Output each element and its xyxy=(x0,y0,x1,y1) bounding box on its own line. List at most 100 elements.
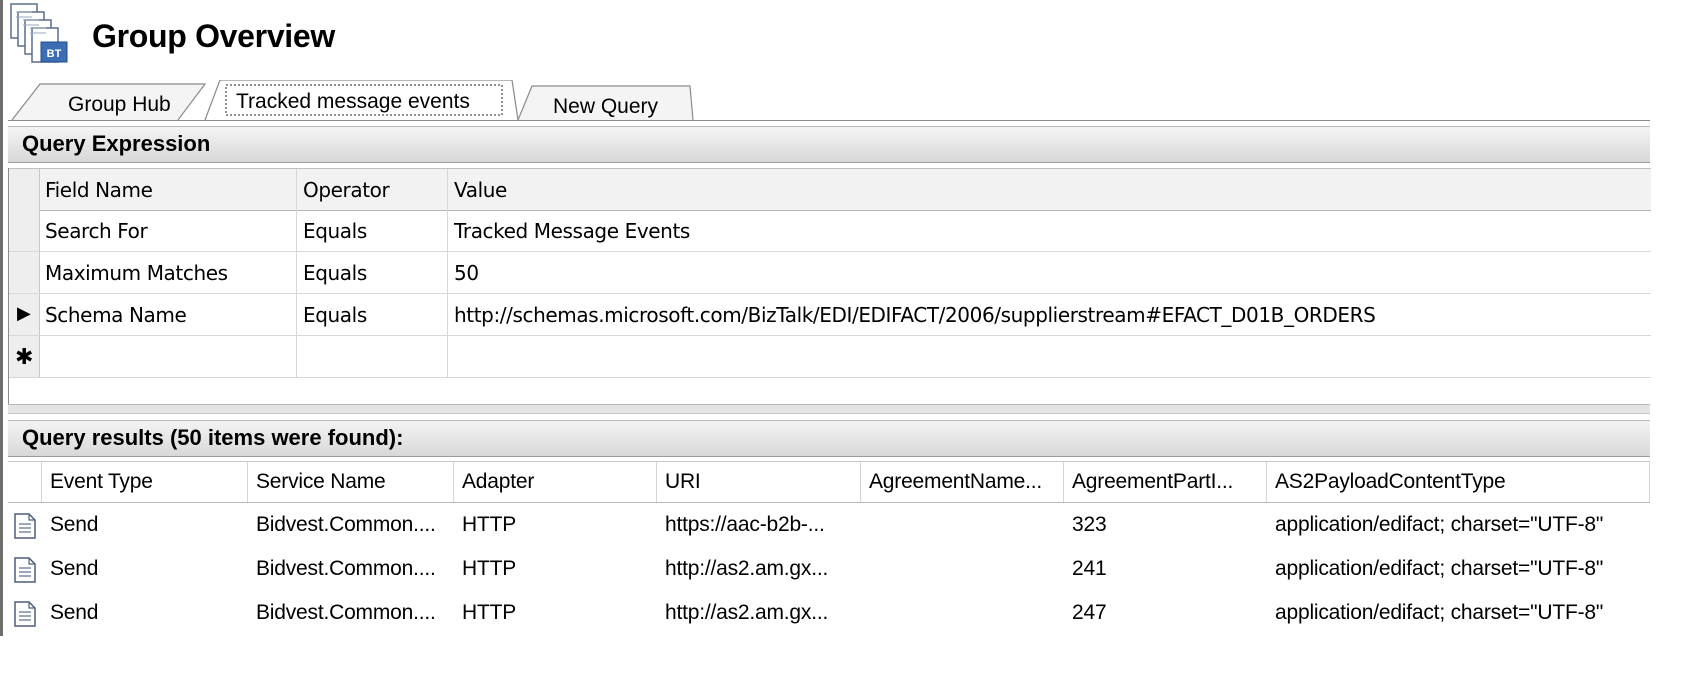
agreement-name-cell xyxy=(861,590,1064,634)
uri-cell: http://as2.am.gx... xyxy=(657,546,861,590)
adapter-cell: HTTP xyxy=(454,590,657,634)
row-header xyxy=(9,169,40,210)
document-icon xyxy=(14,513,36,539)
cell-text: Bidvest.Common.... xyxy=(256,557,436,580)
cell-text: 247 xyxy=(1072,601,1107,624)
current-row-arrow-icon: ▶ xyxy=(17,303,31,323)
operator-cell[interactable] xyxy=(297,336,448,377)
value-cell[interactable]: http://schemas.microsoft.com/BizTalk/EDI… xyxy=(448,294,1651,335)
event-type-cell: Send xyxy=(42,590,248,634)
grid-header-row: Field Name Operator Value xyxy=(9,168,1651,211)
as2-payload-cell: application/edifact; charset="UTF-8" xyxy=(1267,502,1650,546)
uri-cell: https://aac-b2b-... xyxy=(657,502,861,546)
column-header-service-name[interactable]: Service Name xyxy=(248,462,454,502)
query-row-new[interactable]: ✱ xyxy=(9,336,1651,378)
header-label: AS2PayloadContentType xyxy=(1275,470,1506,493)
header-label: Field Name xyxy=(45,178,153,202)
column-header-uri[interactable]: URI xyxy=(657,462,861,502)
agreement-part-cell: 241 xyxy=(1064,546,1267,590)
row-header[interactable] xyxy=(9,252,40,293)
column-header-value[interactable]: Value xyxy=(448,169,1651,210)
field-name-cell[interactable]: Schema Name xyxy=(39,294,297,335)
service-name-cell: Bidvest.Common.... xyxy=(248,546,454,590)
cell-text: 323 xyxy=(1072,513,1107,536)
row-header[interactable]: ✱ xyxy=(9,336,40,377)
cell-text: Tracked Message Events xyxy=(454,219,690,243)
column-header-field-name[interactable]: Field Name xyxy=(39,169,297,210)
cell-text: http://schemas.microsoft.com/BizTalk/EDI… xyxy=(454,303,1376,327)
query-results-grid: Event Type Service Name Adapter URI Agre… xyxy=(8,461,1650,641)
document-icon xyxy=(14,557,36,583)
table-row[interactable]: Send Bidvest.Common.... HTTP http://as2.… xyxy=(8,590,1650,634)
agreement-part-cell: 247 xyxy=(1064,590,1267,634)
page-title: Group Overview xyxy=(92,18,335,54)
tab-label: Tracked message events xyxy=(236,90,470,113)
column-header-agreement-part[interactable]: AgreementPartI... xyxy=(1064,462,1267,502)
cell-text: https://aac-b2b-... xyxy=(665,513,825,536)
field-name-cell[interactable] xyxy=(39,336,297,377)
row-header[interactable] xyxy=(9,210,40,251)
service-name-cell: Bidvest.Common.... xyxy=(248,590,454,634)
column-header-operator[interactable]: Operator xyxy=(297,169,448,210)
cell-text: http://as2.am.gx... xyxy=(665,601,829,624)
field-name-cell[interactable]: Maximum Matches xyxy=(39,252,297,293)
header-label: Service Name xyxy=(256,470,386,493)
table-row[interactable]: Send Bidvest.Common.... HTTP https://aac… xyxy=(8,502,1650,546)
cell-text: 50 xyxy=(454,261,479,285)
tab-tracked-message-events[interactable]: Tracked message events xyxy=(222,80,512,120)
as2-payload-cell: application/edifact; charset="UTF-8" xyxy=(1267,590,1650,634)
event-type-cell: Send xyxy=(42,502,248,546)
biztalk-group-icon: BT xyxy=(10,3,68,63)
cell-text: HTTP xyxy=(462,513,517,536)
cell-text: Equals xyxy=(303,303,367,327)
cell-text: application/edifact; charset="UTF-8" xyxy=(1275,557,1604,580)
query-results-header: Query results (50 items were found): xyxy=(8,420,1650,457)
operator-cell[interactable]: Equals xyxy=(297,294,448,335)
query-row-current[interactable]: ▶ Schema Name Equals http://schemas.micr… xyxy=(9,294,1651,336)
agreement-name-cell xyxy=(861,502,1064,546)
service-name-cell: Bidvest.Common.... xyxy=(248,502,454,546)
adapter-cell: HTTP xyxy=(454,546,657,590)
bt-badge: BT xyxy=(47,48,62,60)
column-header-adapter[interactable]: Adapter xyxy=(454,462,657,502)
cell-text: Send xyxy=(50,601,99,624)
section-title: Query results (50 items were found): xyxy=(22,425,404,450)
operator-cell[interactable]: Equals xyxy=(297,252,448,293)
column-header-as2-payload-content-type[interactable]: AS2PayloadContentType xyxy=(1267,462,1650,502)
cell-text: Schema Name xyxy=(45,303,187,327)
row-header xyxy=(8,462,42,502)
tab-new-query[interactable]: New Query xyxy=(530,86,690,120)
horizontal-scrollbar[interactable] xyxy=(8,404,1650,414)
adapter-cell: HTTP xyxy=(454,502,657,546)
cell-text: http://as2.am.gx... xyxy=(665,557,829,580)
cell-text: 241 xyxy=(1072,557,1107,580)
operator-cell[interactable]: Equals xyxy=(297,210,448,251)
header-label: AgreementPartI... xyxy=(1072,470,1234,493)
cell-text: HTTP xyxy=(462,601,517,624)
column-header-agreement-name[interactable]: AgreementName... xyxy=(861,462,1064,502)
column-header-event-type[interactable]: Event Type xyxy=(42,462,248,502)
uri-cell: http://as2.am.gx... xyxy=(657,590,861,634)
cell-text: Bidvest.Common.... xyxy=(256,513,436,536)
query-row[interactable]: Maximum Matches Equals 50 xyxy=(9,252,1651,294)
tab-group-hub[interactable]: Group Hub xyxy=(40,84,200,120)
value-cell[interactable] xyxy=(448,336,1651,377)
value-cell[interactable]: 50 xyxy=(448,252,1651,293)
tab-label: Group Hub xyxy=(68,93,171,116)
cell-text: application/edifact; charset="UTF-8" xyxy=(1275,513,1604,536)
query-row[interactable]: Search For Equals Tracked Message Events xyxy=(9,210,1651,252)
value-cell[interactable]: Tracked Message Events xyxy=(448,210,1651,251)
new-row-asterisk-icon: ✱ xyxy=(15,344,34,369)
row-header[interactable]: ▶ xyxy=(9,294,40,335)
header-label: URI xyxy=(665,470,701,493)
header-label: Event Type xyxy=(50,470,153,493)
cell-text: Send xyxy=(50,557,99,580)
header-label: AgreementName... xyxy=(869,470,1043,493)
cell-text: Equals xyxy=(303,219,367,243)
cell-text: Bidvest.Common.... xyxy=(256,601,436,624)
grid-header-row: Event Type Service Name Adapter URI Agre… xyxy=(8,461,1650,503)
table-row[interactable]: Send Bidvest.Common.... HTTP http://as2.… xyxy=(8,546,1650,590)
tab-baseline xyxy=(8,120,1650,121)
header-label: Adapter xyxy=(462,470,535,493)
field-name-cell[interactable]: Search For xyxy=(39,210,297,251)
